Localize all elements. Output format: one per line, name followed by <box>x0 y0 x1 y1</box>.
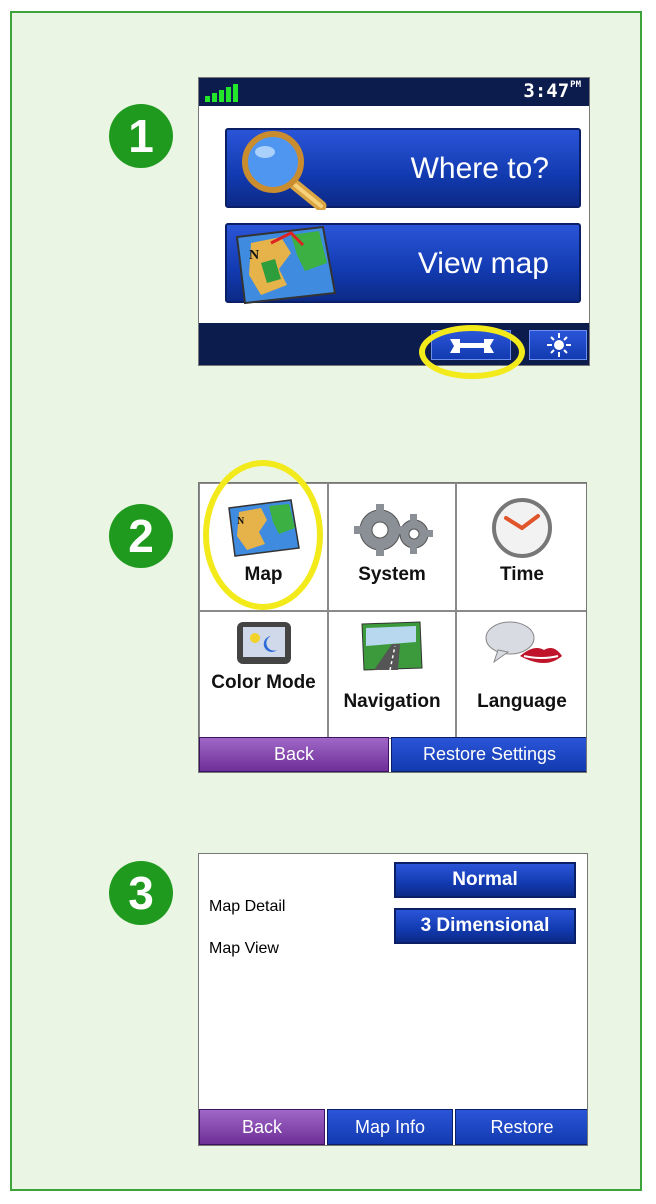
back-button[interactable]: Back <box>199 737 389 772</box>
language-tile-label: Language <box>477 691 567 712</box>
road-icon <box>361 621 423 671</box>
clock: 3:47PM <box>523 80 581 102</box>
clock-suffix: PM <box>570 80 581 90</box>
map-view-label: Map View <box>209 940 279 957</box>
signal-strength-icon <box>205 82 238 102</box>
step-1-number: 1 <box>128 110 154 162</box>
sun-icon <box>530 333 588 363</box>
map-info-button[interactable]: Map Info <box>327 1109 453 1145</box>
back-button[interactable]: Back <box>199 1109 325 1145</box>
time-tile[interactable]: Time <box>456 483 586 611</box>
magnifier-icon <box>231 128 331 215</box>
system-tile-label: System <box>358 564 426 585</box>
step-2-badge: 2 <box>109 504 173 568</box>
system-tile[interactable]: System <box>328 483 456 611</box>
bottom-toolbar <box>199 323 589 365</box>
step-1-badge: 1 <box>109 104 173 168</box>
brightness-button[interactable] <box>529 330 587 360</box>
language-tile[interactable]: Language <box>456 611 586 739</box>
navigation-tile-label: Navigation <box>343 691 441 712</box>
where-to-button[interactable]: Where to? <box>225 128 581 212</box>
svg-text:N: N <box>249 248 259 263</box>
clock-icon <box>492 498 552 558</box>
time-tile-label: Time <box>499 564 544 585</box>
clock-time: 3:47 <box>523 80 570 102</box>
color-mode-icon <box>236 622 291 664</box>
step-3-number: 3 <box>128 867 154 919</box>
map-detail-label: Map Detail <box>209 898 286 915</box>
map-icon: N <box>231 223 341 312</box>
where-to-label: Where to? <box>410 152 549 185</box>
view-map-label: View map <box>417 247 549 280</box>
step-2-number: 2 <box>128 510 154 562</box>
restore-settings-button[interactable]: Restore Settings <box>391 737 586 772</box>
settings-highlight-ring <box>419 325 525 379</box>
status-bar: 3:47PM <box>199 78 589 106</box>
view-map-button[interactable]: N View map <box>225 223 581 305</box>
step-3-badge: 3 <box>109 861 173 925</box>
speech-lips-icon <box>485 621 562 664</box>
map-highlight-ring <box>203 460 323 610</box>
restore-button[interactable]: Restore <box>455 1109 587 1145</box>
color-mode-tile[interactable]: Color Mode <box>199 611 328 739</box>
main-menu-screen: 3:47PM Where to? N View map <box>198 77 590 366</box>
gears-icon <box>354 504 433 556</box>
map-detail-button[interactable]: Normal <box>394 862 576 898</box>
navigation-tile[interactable]: Navigation <box>328 611 456 739</box>
map-settings-screen: Map Detail Normal Map View 3 Dimensional… <box>198 853 588 1146</box>
color-mode-tile-label: Color Mode <box>211 672 316 693</box>
map-view-button[interactable]: 3 Dimensional <box>394 908 576 944</box>
